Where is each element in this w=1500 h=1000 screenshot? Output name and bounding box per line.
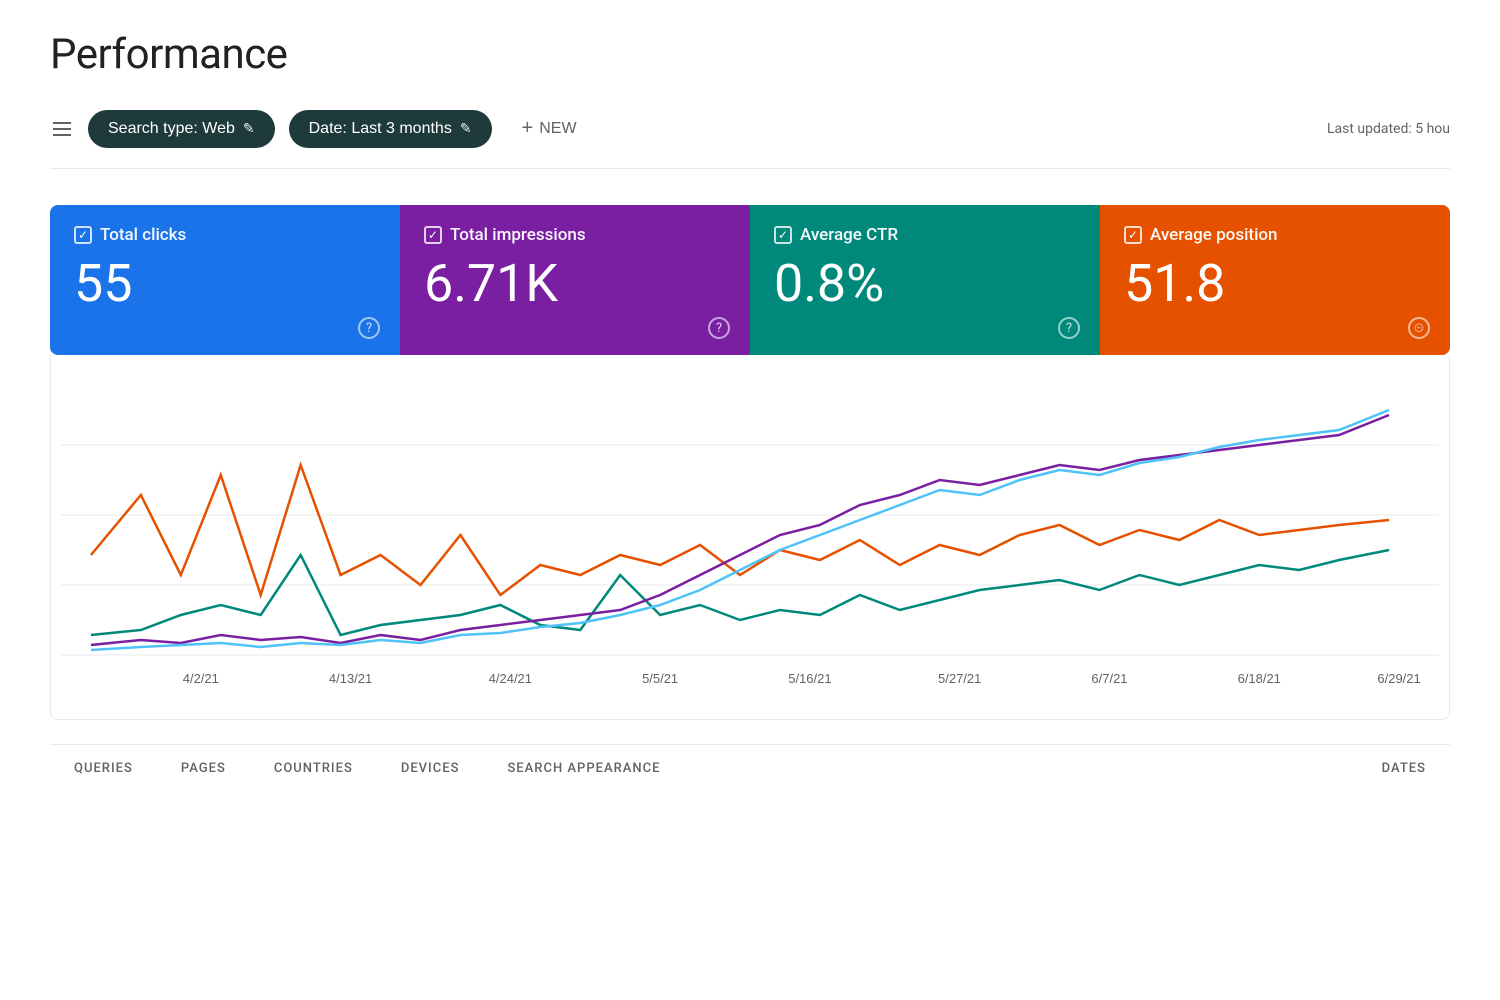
page-container: Performance Search type: Web ✎ Date: Las… — [0, 0, 1500, 1000]
metric-help-clicks[interactable]: ? — [358, 317, 380, 339]
metric-help-ctr[interactable]: ? — [1058, 317, 1080, 339]
metric-value-ctr: 0.8% — [774, 255, 1076, 312]
metric-value-impressions: 6.71K — [424, 255, 726, 312]
svg-text:4/24/21: 4/24/21 — [489, 671, 532, 686]
plus-icon: + — [522, 117, 534, 140]
metric-value-position: 51.8 — [1124, 255, 1426, 312]
last-updated-text: Last updated: 5 hou — [1327, 121, 1450, 137]
svg-text:6/29/21: 6/29/21 — [1377, 671, 1420, 686]
metric-help-impressions[interactable]: ? — [708, 317, 730, 339]
filter-icon[interactable] — [50, 117, 74, 141]
page-title: Performance — [50, 30, 1450, 79]
metric-checkbox-ctr[interactable]: ✓ — [774, 226, 792, 244]
edit-icon: ✎ — [243, 120, 255, 137]
metric-card-average-position[interactable]: ✓ Average position 51.8 ⏲ — [1100, 205, 1450, 355]
tab-search-appearance[interactable]: SEARCH APPEARANCE — [483, 745, 684, 792]
metric-label-row-impressions: ✓ Total impressions — [424, 225, 726, 245]
svg-text:4/13/21: 4/13/21 — [329, 671, 372, 686]
metric-checkbox-position[interactable]: ✓ — [1124, 226, 1142, 244]
edit-icon-date: ✎ — [460, 120, 472, 137]
chart-svg: 4/2/21 4/13/21 4/24/21 5/5/21 5/16/21 5/… — [61, 375, 1439, 695]
bottom-tabs-container: QUERIES PAGES COUNTRIES DEVICES SEARCH A… — [50, 744, 1450, 792]
metric-label-clicks: Total clicks — [100, 225, 186, 245]
date-button[interactable]: Date: Last 3 months ✎ — [289, 110, 492, 148]
metric-card-total-impressions[interactable]: ✓ Total impressions 6.71K ? — [400, 205, 750, 355]
metric-label-row: ✓ Total clicks — [74, 225, 376, 245]
svg-text:6/7/21: 6/7/21 — [1091, 671, 1127, 686]
metric-card-total-clicks[interactable]: ✓ Total clicks 55 ? — [50, 205, 400, 355]
tab-queries[interactable]: QUERIES — [50, 745, 157, 792]
metric-checkbox-clicks[interactable]: ✓ — [74, 226, 92, 244]
tab-countries[interactable]: COUNTRIES — [250, 745, 377, 792]
metric-label-row-ctr: ✓ Average CTR — [774, 225, 1076, 245]
svg-text:6/18/21: 6/18/21 — [1238, 671, 1281, 686]
new-button[interactable]: + NEW — [506, 107, 593, 150]
toolbar: Search type: Web ✎ Date: Last 3 months ✎… — [50, 107, 1450, 169]
metric-checkbox-impressions[interactable]: ✓ — [424, 226, 442, 244]
chart-container: 4/2/21 4/13/21 4/24/21 5/5/21 5/16/21 5/… — [50, 355, 1450, 720]
tab-pages[interactable]: PAGES — [157, 745, 250, 792]
metric-label-position: Average position — [1150, 225, 1278, 245]
svg-text:5/5/21: 5/5/21 — [642, 671, 678, 686]
metric-help-position[interactable]: ⏲ — [1408, 317, 1430, 339]
tab-dates[interactable]: DATES — [1358, 745, 1450, 792]
svg-text:5/16/21: 5/16/21 — [788, 671, 831, 686]
metric-label-row-position: ✓ Average position — [1124, 225, 1426, 245]
tab-devices[interactable]: DEVICES — [377, 745, 484, 792]
search-type-button[interactable]: Search type: Web ✎ — [88, 110, 275, 148]
metric-card-average-ctr[interactable]: ✓ Average CTR 0.8% ? — [750, 205, 1100, 355]
svg-text:5/27/21: 5/27/21 — [938, 671, 981, 686]
metric-label-impressions: Total impressions — [450, 225, 586, 245]
metrics-row: ✓ Total clicks 55 ? ✓ Total impressions … — [50, 205, 1450, 355]
svg-text:4/2/21: 4/2/21 — [183, 671, 219, 686]
metric-value-clicks: 55 — [74, 255, 376, 312]
metric-label-ctr: Average CTR — [800, 225, 898, 245]
